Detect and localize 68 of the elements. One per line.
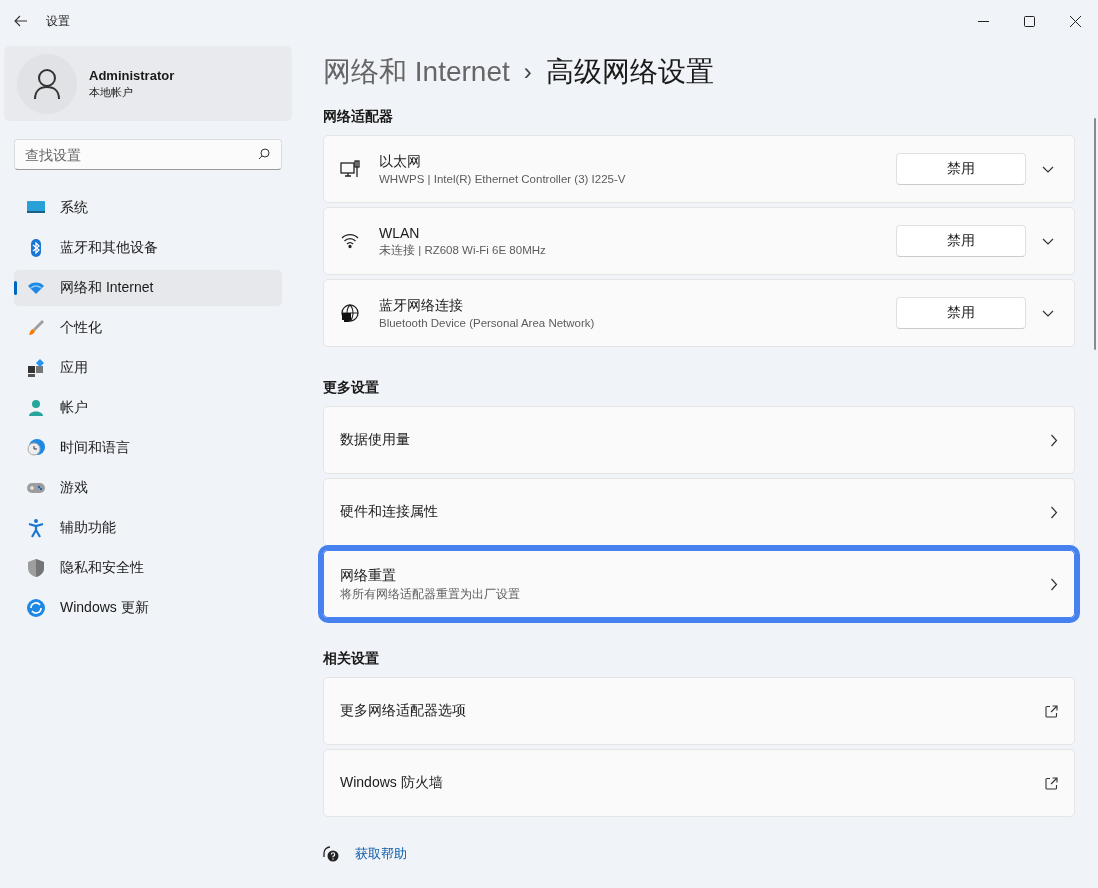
minimize-icon — [977, 20, 989, 22]
settings-row[interactable]: Windows 防火墙 — [323, 749, 1075, 817]
settings-row[interactable]: 更多网络适配器选项 — [323, 677, 1075, 745]
chevron-icon — [1042, 165, 1054, 173]
adapter-description: Bluetooth Device (Personal Area Network) — [379, 317, 596, 329]
settings-row[interactable]: 数据使用量 — [323, 406, 1075, 474]
disable-button[interactable]: 禁用 — [896, 225, 1026, 257]
settings-row[interactable]: 硬件和连接属性 — [323, 478, 1075, 546]
sidebar-item[interactable]: 帐户 — [14, 390, 282, 426]
chevron-right-icon — [1050, 433, 1058, 447]
sidebar-item[interactable]: 个性化 — [14, 310, 282, 346]
external-link-icon — [1045, 776, 1058, 790]
adapter-name: WLAN — [379, 224, 421, 241]
back-button[interactable] — [14, 15, 28, 27]
wifi-icon — [341, 233, 359, 249]
section-title: 更多设置 — [323, 379, 380, 397]
account-type: 本地帐户 — [89, 84, 134, 100]
sidebar-item[interactable]: 时间和语言 — [14, 430, 282, 466]
section-title: 相关设置 — [323, 650, 380, 668]
chevron-right-icon — [1050, 505, 1058, 519]
adapter-description: 未连接 | RZ608 Wi-Fi 6E 80MHz — [379, 242, 547, 258]
search-icon — [258, 148, 270, 160]
page-title: 高级网络设置 — [545, 55, 714, 89]
apps-icon — [26, 358, 46, 378]
scrollbar[interactable] — [1094, 118, 1096, 350]
globe-computer-icon — [341, 304, 359, 322]
account-card[interactable]: Administrator 本地帐户 — [4, 46, 292, 121]
window-title: 设置 — [46, 12, 70, 30]
row-title: 更多网络适配器选项 — [340, 702, 467, 720]
section-title: 网络适配器 — [323, 108, 394, 126]
sidebar-item[interactable]: 辅助功能 — [14, 510, 282, 546]
refresh-icon — [26, 598, 46, 618]
row-title: Windows 防火墙 — [340, 774, 444, 792]
sidebar-item[interactable]: 应用 — [14, 350, 282, 386]
adapter-name: 以太网 — [379, 153, 422, 171]
adapter-name: 蓝牙网络连接 — [379, 297, 464, 315]
breadcrumb-separator: › — [523, 58, 532, 86]
shield-icon — [26, 558, 46, 578]
disable-button[interactable]: 禁用 — [896, 297, 1026, 329]
adapter-description: WHWPS | Intel(R) Ethernet Controller (3) I225-V — [379, 173, 627, 185]
maximize-icon — [1023, 15, 1035, 27]
breadcrumb-parent[interactable]: 网络和 Internet — [323, 53, 510, 91]
back-arrow-icon — [14, 15, 28, 27]
sidebar-item[interactable]: 隐私和安全性 — [14, 550, 282, 586]
row-description: 将所有网络适配器重置为出厂设置 — [340, 586, 521, 602]
sidebar-item[interactable]: 网络和 Internet — [14, 270, 282, 306]
clock-globe-icon — [26, 438, 46, 458]
person-icon — [26, 398, 46, 418]
computer-cable-icon — [340, 160, 360, 178]
close-icon — [1069, 15, 1081, 27]
paintbrush-icon — [26, 318, 46, 338]
chevron-icon — [1042, 309, 1054, 317]
account-name: Administrator — [89, 67, 175, 83]
help-link[interactable]: 获取帮助 — [355, 845, 407, 863]
external-link-icon — [1045, 704, 1058, 718]
row-title: 数据使用量 — [340, 431, 411, 449]
sidebar-item[interactable]: 游戏 — [14, 470, 282, 506]
row-title: 硬件和连接属性 — [340, 503, 439, 521]
accessibility-icon — [26, 518, 46, 538]
chevron-right-icon — [1050, 577, 1058, 591]
help-icon — [323, 846, 339, 862]
search-field[interactable]: 查找设置 — [14, 139, 282, 170]
chevron-icon — [1042, 237, 1054, 245]
sidebar-item[interactable]: 系统 — [14, 190, 282, 226]
sidebar-item[interactable]: 蓝牙和其他设备 — [14, 230, 282, 266]
row-title: 网络重置 — [340, 566, 397, 585]
sidebar-item[interactable]: Windows 更新 — [14, 590, 282, 626]
disable-button[interactable]: 禁用 — [896, 153, 1026, 185]
